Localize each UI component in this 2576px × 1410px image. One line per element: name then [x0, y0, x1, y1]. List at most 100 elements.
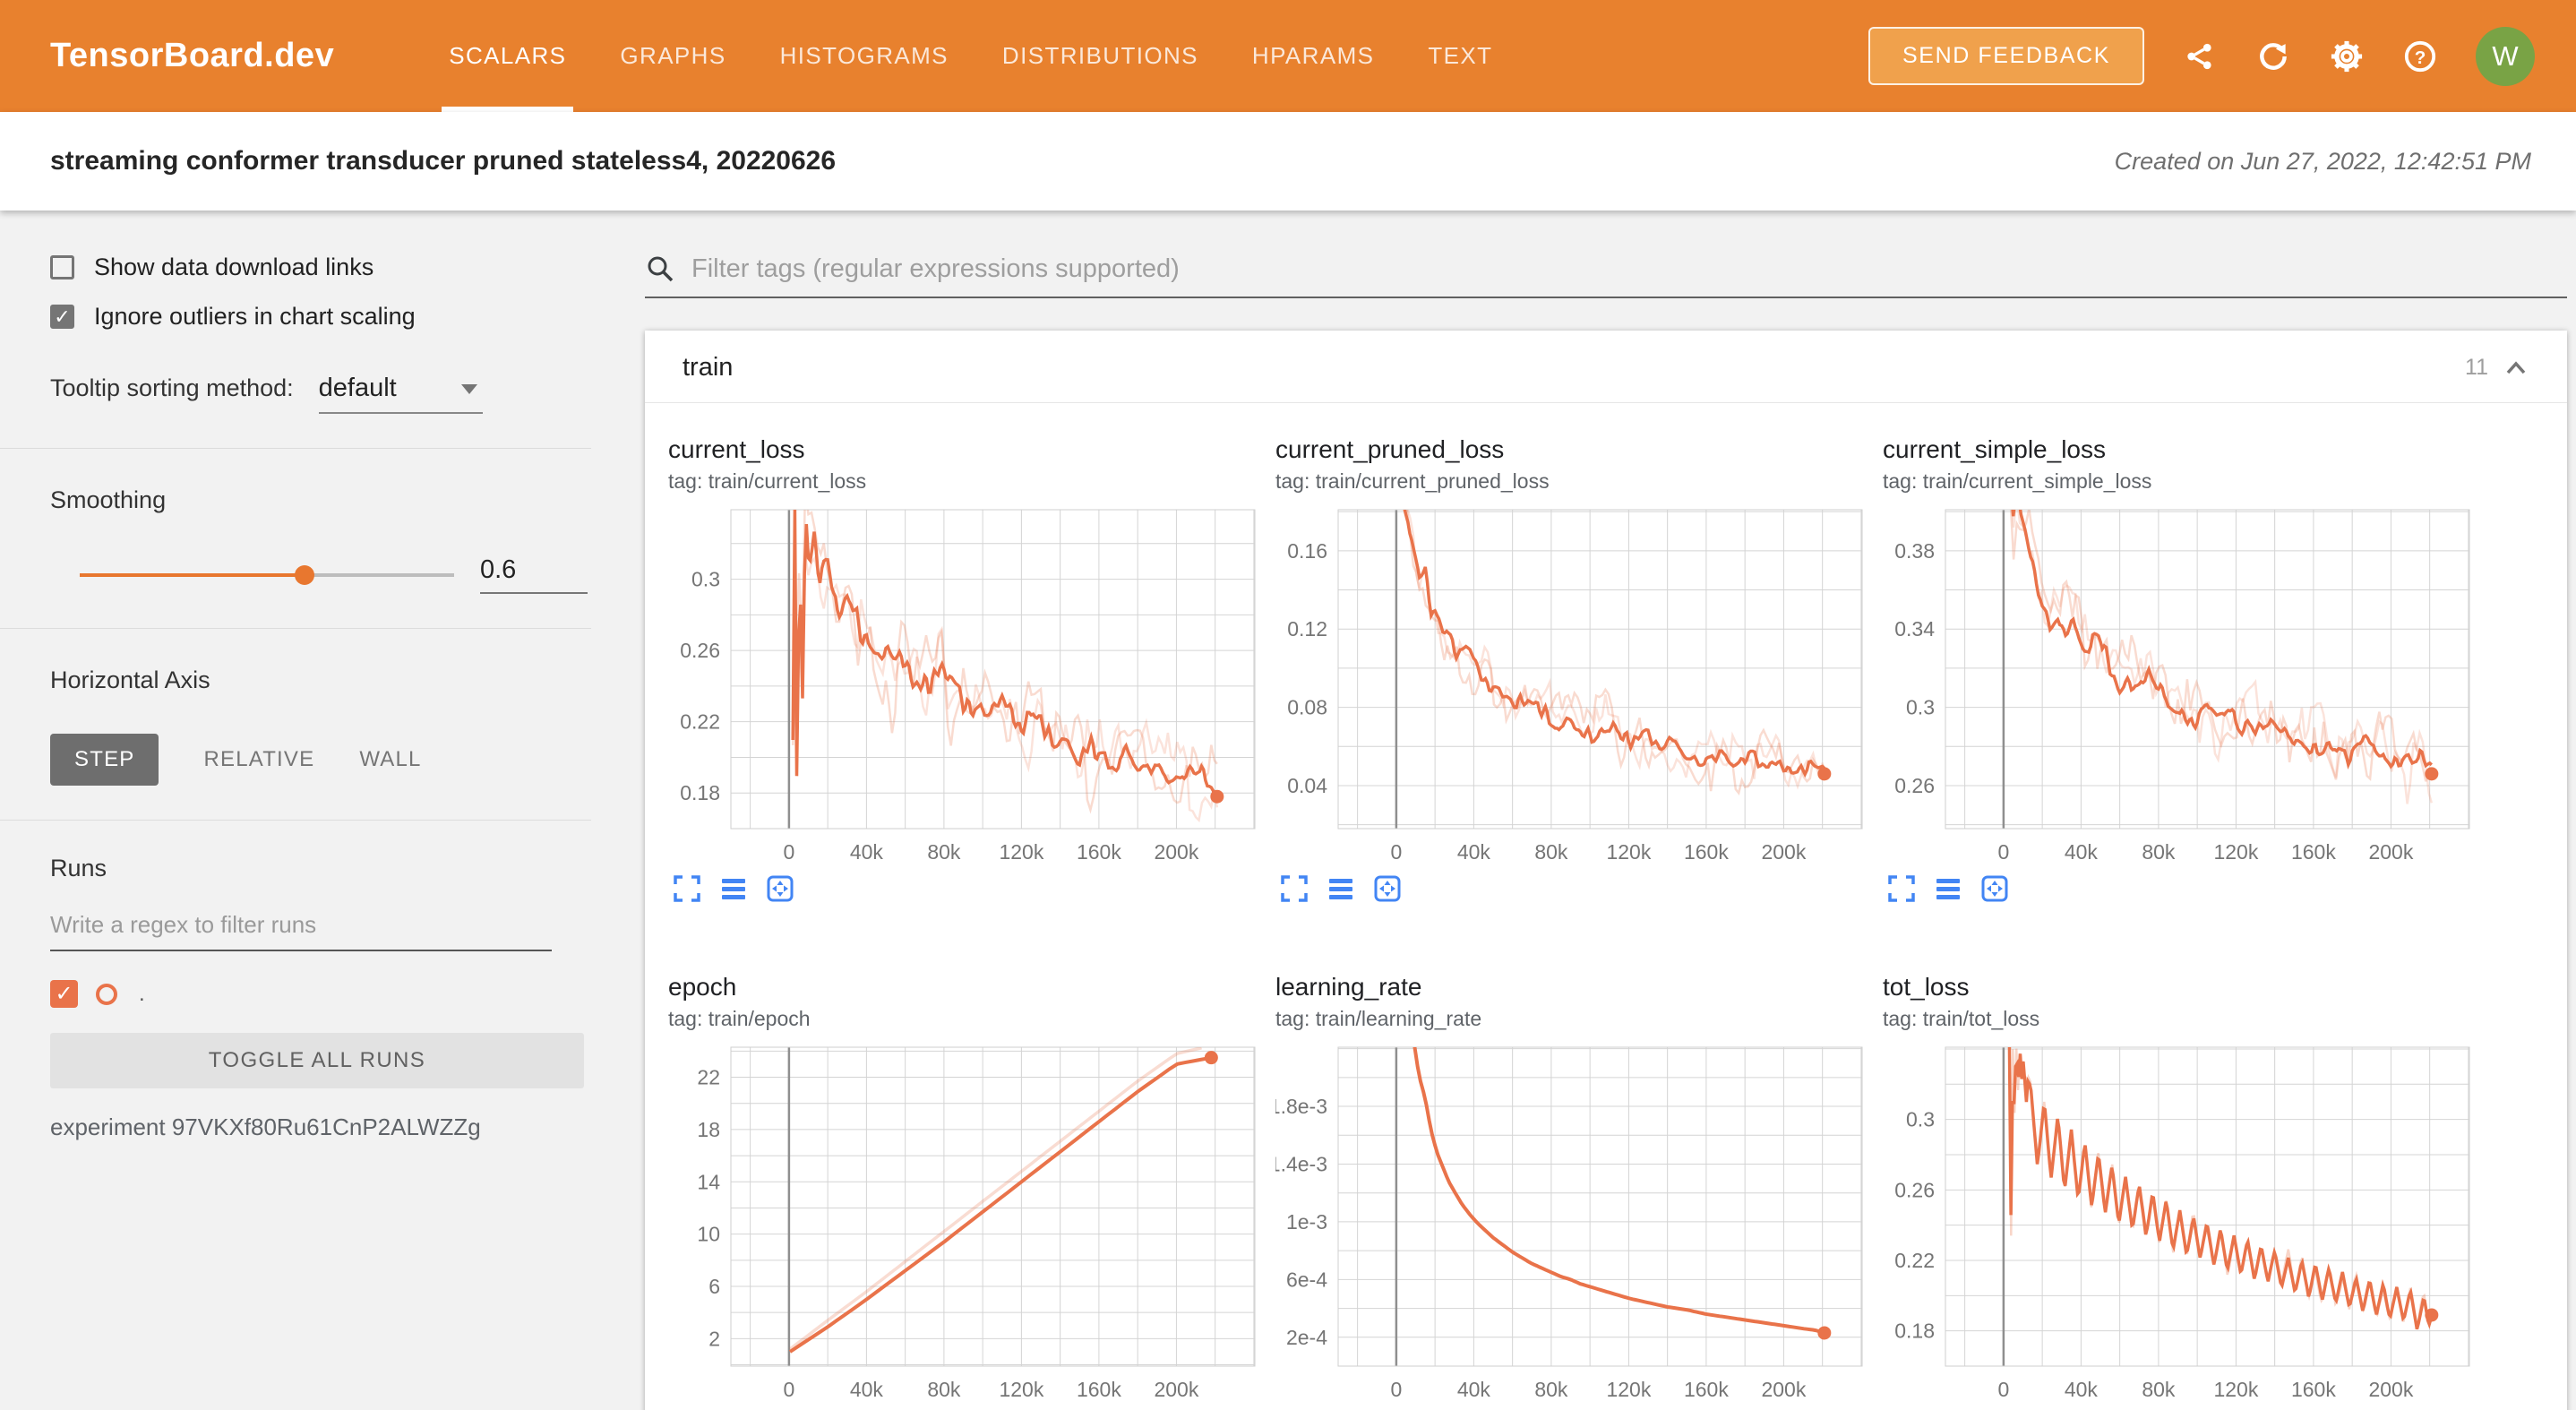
run-row: ✓ . [50, 980, 591, 1008]
svg-text:14: 14 [697, 1170, 720, 1193]
chart-plot-learning_rate[interactable]: 040k80k120k160k200k1.8e-31.4e-31e-36e-42… [1275, 1045, 1867, 1404]
refresh-icon[interactable] [2255, 39, 2291, 74]
svg-text:120k: 120k [999, 1378, 1043, 1401]
user-avatar[interactable]: W [2476, 27, 2535, 86]
svg-text:0.26: 0.26 [1894, 1178, 1935, 1201]
smoothing-value-input[interactable] [480, 555, 588, 594]
help-icon[interactable]: ? [2402, 39, 2438, 74]
show-download-links-row[interactable]: Show data download links [50, 254, 591, 281]
app-header: TensorBoard.dev SCALARSGRAPHSHISTOGRAMSD… [0, 0, 2576, 112]
svg-text:200k: 200k [2368, 1378, 2413, 1401]
svg-text:80k: 80k [1534, 840, 1568, 864]
svg-text:160k: 160k [1684, 1378, 1729, 1401]
svg-text:0: 0 [1997, 840, 2009, 864]
run-label: . [139, 982, 145, 1007]
svg-text:120k: 120k [2213, 840, 2258, 864]
chart-tag: tag: train/epoch [668, 1007, 1275, 1031]
svg-text:6: 6 [708, 1275, 720, 1298]
tab-histograms[interactable]: HISTOGRAMS [780, 0, 949, 112]
chart-plot-tot_loss[interactable]: 040k80k120k160k200k0.30.260.220.18 [1883, 1045, 2474, 1404]
chart-plot-current_loss[interactable]: 040k80k120k160k200k0.30.260.220.18 [668, 508, 1259, 866]
svg-text:160k: 160k [1077, 840, 1121, 864]
chart-plot-epoch[interactable]: 040k80k120k160k200k2218141062 [668, 1045, 1259, 1404]
smoothing-slider[interactable] [80, 573, 454, 577]
svg-text:0.38: 0.38 [1894, 539, 1935, 563]
axis-button-wall[interactable]: WALL [359, 747, 421, 772]
svg-text:160k: 160k [2291, 1378, 2336, 1401]
group-header-right: 11 [2465, 355, 2529, 381]
tooltip-sorting-value: default [319, 374, 397, 402]
svg-text:40k: 40k [850, 840, 884, 864]
svg-text:40k: 40k [2065, 840, 2099, 864]
svg-text:0.3: 0.3 [1906, 696, 1935, 719]
chart-tag: tag: train/learning_rate [1275, 1007, 1883, 1031]
runs-section: Runs ✓ . TOGGLE ALL RUNS experiment 97VK… [0, 821, 591, 1175]
chevron-up-icon[interactable] [2503, 357, 2529, 380]
chart-title: current_simple_loss [1883, 435, 2490, 464]
fit-domain-icon[interactable] [1372, 873, 1403, 908]
chart-card-epoch: epoch tag: train/epoch 040k80k120k160k20… [668, 973, 1275, 1410]
smoothing-slider-fill [80, 573, 305, 577]
expand-icon[interactable] [672, 873, 702, 908]
svg-text:120k: 120k [1606, 1378, 1651, 1401]
svg-text:0.04: 0.04 [1287, 774, 1327, 797]
log-scale-icon[interactable] [718, 873, 749, 908]
tag-filter-row [645, 254, 2567, 298]
ignore-outliers-row[interactable]: ✓ Ignore outliers in chart scaling [50, 303, 591, 331]
tab-label: SCALARS [449, 42, 566, 70]
svg-text:120k: 120k [2213, 1378, 2258, 1401]
chart-card-learning_rate: learning_rate tag: train/learning_rate 0… [1275, 973, 1883, 1410]
chart-plot-current_simple_loss[interactable]: 040k80k120k160k200k0.380.340.30.26 [1883, 508, 2474, 866]
tag-filter-input[interactable] [691, 254, 2567, 284]
chart-title: current_loss [668, 435, 1275, 464]
tab-text[interactable]: TEXT [1428, 0, 1492, 112]
runs-filter-input[interactable] [50, 911, 552, 951]
tooltip-sorting-select[interactable]: default [319, 374, 483, 414]
fit-domain-icon[interactable] [765, 873, 795, 908]
svg-text:0: 0 [783, 840, 794, 864]
expand-icon[interactable] [1279, 873, 1309, 908]
group-name: train [683, 353, 733, 383]
axis-button-step[interactable]: STEP [50, 734, 159, 786]
smoothing-slider-knob[interactable] [295, 565, 314, 585]
header-actions: SEND FEEDBACK [1868, 0, 2535, 112]
log-scale-icon[interactable] [1326, 873, 1356, 908]
experiment-created-timestamp: Created on Jun 27, 2022, 12:42:51 PM [2115, 148, 2531, 176]
svg-text:6e-4: 6e-4 [1286, 1268, 1327, 1291]
run-color-swatch[interactable] [96, 984, 117, 1005]
show-download-links-checkbox[interactable] [50, 255, 74, 279]
expand-icon[interactable] [1886, 873, 1917, 908]
svg-text:2: 2 [708, 1327, 720, 1350]
svg-text:0: 0 [1997, 1378, 2009, 1401]
tab-graphs[interactable]: GRAPHS [620, 0, 726, 112]
settings-icon[interactable] [2329, 39, 2365, 74]
svg-text:0.08: 0.08 [1287, 696, 1327, 719]
chart-plot-current_pruned_loss[interactable]: 040k80k120k160k200k0.160.120.080.04 [1275, 508, 1867, 866]
svg-text:120k: 120k [1606, 840, 1651, 864]
svg-text:80k: 80k [2142, 840, 2176, 864]
toggle-all-runs-button[interactable]: TOGGLE ALL RUNS [50, 1033, 584, 1088]
train-group-header[interactable]: train 11 [645, 331, 2567, 403]
chart-toolbar [1886, 873, 2490, 908]
tab-hparams[interactable]: HPARAMS [1252, 0, 1374, 112]
svg-text:200k: 200k [1761, 840, 1806, 864]
axis-button-relative[interactable]: RELATIVE [203, 747, 314, 772]
svg-text:?: ? [2415, 47, 2426, 67]
scalars-main: train 11 current_loss tag: train/current… [591, 211, 2576, 1410]
chart-title: current_pruned_loss [1275, 435, 1883, 464]
runs-label: Runs [50, 821, 591, 882]
fit-domain-icon[interactable] [1979, 873, 2010, 908]
run-checkbox[interactable]: ✓ [50, 980, 78, 1008]
svg-text:0.3: 0.3 [1906, 1108, 1935, 1131]
log-scale-icon[interactable] [1933, 873, 1963, 908]
chart-tag: tag: train/current_loss [668, 469, 1275, 494]
ignore-outliers-checkbox[interactable]: ✓ [50, 305, 74, 329]
tab-label: DISTRIBUTIONS [1002, 42, 1198, 70]
svg-text:18: 18 [697, 1118, 720, 1141]
tab-scalars[interactable]: SCALARS [449, 0, 566, 112]
tab-distributions[interactable]: DISTRIBUTIONS [1002, 0, 1198, 112]
svg-text:0: 0 [783, 1378, 794, 1401]
send-feedback-button[interactable]: SEND FEEDBACK [1868, 27, 2144, 85]
share-icon[interactable] [2182, 39, 2218, 74]
svg-text:0.18: 0.18 [680, 781, 720, 804]
